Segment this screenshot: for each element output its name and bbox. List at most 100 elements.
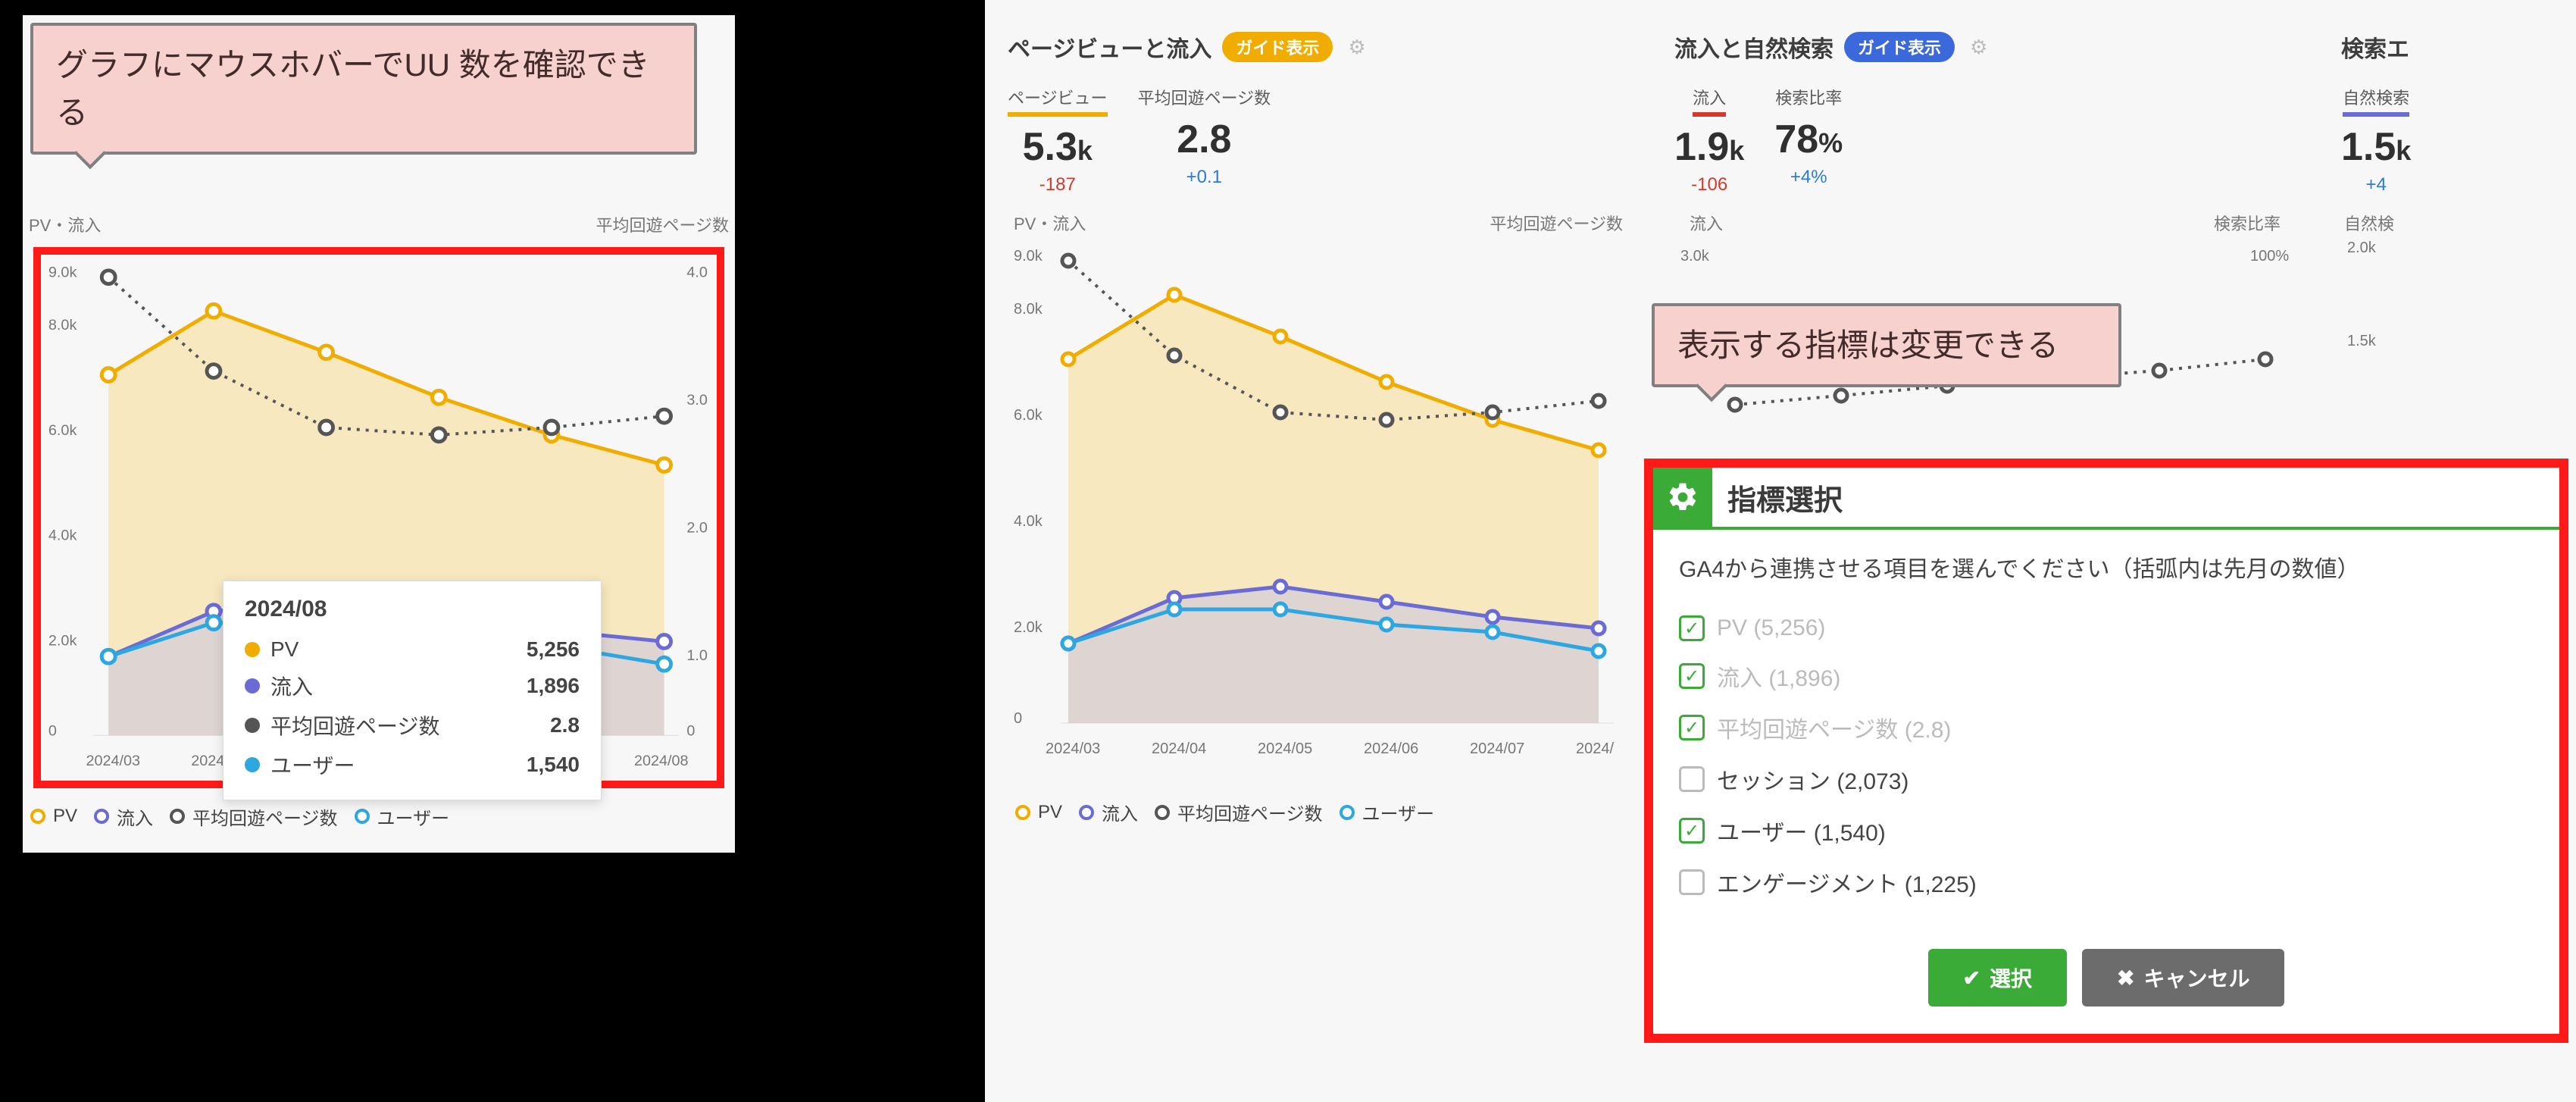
check-label: エンゲージメント (1,225) xyxy=(1717,866,1977,899)
metric-pageview[interactable]: ページビュー 5.3k -187 xyxy=(1008,85,1108,200)
chart-pv-inflow[interactable]: 9.0k 8.0k 6.0k 4.0k 2.0k 0 xyxy=(1008,238,1629,784)
circle-icon xyxy=(1079,805,1094,820)
legend-user[interactable]: ユーザー xyxy=(355,803,450,830)
check-option-engagement[interactable]: エンゲージメント (1,225) xyxy=(1679,856,2534,908)
button-label: 選択 xyxy=(1990,963,2032,993)
svg-text:9.0k: 9.0k xyxy=(48,265,77,281)
tooltip-value: 1,540 xyxy=(527,753,580,777)
metrics-select-modal: 指標選択 GA4から連携させる項目を選んでください（括弧内は先月の数値） ✓ P… xyxy=(1644,459,2568,1043)
svg-text:2024/: 2024/ xyxy=(1576,740,1614,757)
card-title: ページビューと流入 xyxy=(1008,30,1211,64)
bullet-icon xyxy=(245,757,260,772)
right-panel: ページビューと流入 ガイド表示 ⚙ ページビュー 5.3k -187 平均回遊ペ… xyxy=(985,0,2576,1102)
svg-text:2.0k: 2.0k xyxy=(1014,619,1043,636)
tooltip-row-inflow: 流入 1,896 xyxy=(245,666,580,706)
tooltip-value: 5,256 xyxy=(527,637,580,662)
guide-badge[interactable]: ガイド表示 xyxy=(1222,32,1333,62)
tooltip-label: 平均回遊ページ数 xyxy=(270,710,439,740)
svg-text:0: 0 xyxy=(48,722,57,739)
cancel-button[interactable]: ✖ キャンセル xyxy=(2082,949,2284,1007)
legend-inflow[interactable]: 流入 xyxy=(1079,799,1138,825)
gear-icon xyxy=(1653,468,1712,527)
check-option-pv[interactable]: ✓ PV (5,256) xyxy=(1679,606,2534,650)
checkbox-icon: ✓ xyxy=(1679,663,1705,689)
modal-title: 指標選択 xyxy=(1727,477,1843,518)
legend-pv[interactable]: PV xyxy=(30,803,77,830)
metric-inflow[interactable]: 流入 1.9k -106 xyxy=(1674,85,1744,200)
tooltip-label: ユーザー xyxy=(270,750,355,780)
metric-delta: +4% xyxy=(1774,167,1843,188)
svg-text:3.0k: 3.0k xyxy=(1680,248,1710,265)
gear-icon[interactable]: ⚙ xyxy=(1348,36,1365,59)
gear-icon[interactable]: ⚙ xyxy=(1970,36,1987,59)
check-label: 流入 (1,896) xyxy=(1717,659,1840,693)
svg-text:0: 0 xyxy=(1014,710,1022,727)
callout-text: グラフにマウスホバーでUU 数を確認できる xyxy=(56,47,650,130)
guide-badge[interactable]: ガイド表示 xyxy=(1844,32,1955,62)
metric-avg-pages[interactable]: 平均回遊ページ数 2.8 +0.1 xyxy=(1138,85,1271,200)
metric-organic[interactable]: 自然検索 1.5k +4 xyxy=(2341,85,2411,200)
button-label: キャンセル xyxy=(2143,963,2249,993)
check-label: セッション (2,073) xyxy=(1717,762,1909,796)
bullet-icon xyxy=(245,718,260,733)
svg-text:8.0k: 8.0k xyxy=(1014,301,1043,318)
card-title: 流入と自然検索 xyxy=(1674,30,1834,64)
axis-label-left: 自然検 xyxy=(2344,211,2394,235)
card-title: 検索エ xyxy=(2341,30,2409,64)
callout-text: 表示する指標は変更できる xyxy=(1677,327,2059,363)
svg-text:2024/05: 2024/05 xyxy=(1258,740,1312,757)
bullet-icon xyxy=(245,678,260,693)
svg-text:100%: 100% xyxy=(2250,248,2289,265)
metric-value: 1.9 xyxy=(1674,125,1729,169)
check-option-avg[interactable]: ✓ 平均回遊ページ数 (2.8) xyxy=(1679,702,2534,753)
tooltip-row-pv: PV 5,256 xyxy=(245,633,580,666)
metric-unit: k xyxy=(1729,135,1744,166)
svg-text:2024/03: 2024/03 xyxy=(1046,740,1100,757)
axis-label-left: PV・流入 xyxy=(1014,211,1086,235)
check-label: ユーザー (1,540) xyxy=(1717,814,1886,847)
metric-unit: % xyxy=(1818,127,1843,158)
metric-delta: -187 xyxy=(1008,174,1108,196)
metric-label: ページビュー xyxy=(1008,85,1108,117)
check-option-session[interactable]: セッション (2,073) xyxy=(1679,753,2534,805)
legend-label: PV xyxy=(53,806,77,827)
legend-avg[interactable]: 平均回遊ページ数 xyxy=(170,803,338,830)
legend-pv[interactable]: PV xyxy=(1015,799,1062,825)
svg-text:6.0k: 6.0k xyxy=(48,422,77,439)
left-panel: グラフにマウスホバーでUU 数を確認できる PV・流入 平均回遊ページ数 9.0… xyxy=(23,15,735,853)
metric-search-ratio[interactable]: 検索比率 78% +4% xyxy=(1774,85,1843,200)
legend-label: 流入 xyxy=(1102,799,1138,825)
svg-text:2.0: 2.0 xyxy=(686,520,708,537)
tooltip-date: 2024/08 xyxy=(245,596,580,622)
tooltip-label: PV xyxy=(270,637,299,662)
check-option-inflow[interactable]: ✓ 流入 (1,896) xyxy=(1679,650,2534,702)
axis-label-right: 平均回遊ページ数 xyxy=(1490,211,1623,235)
check-label: 平均回遊ページ数 (2.8) xyxy=(1717,711,1951,744)
svg-text:3.0: 3.0 xyxy=(686,392,708,409)
checkbox-icon xyxy=(1679,869,1705,895)
check-option-user[interactable]: ✓ ユーザー (1,540) xyxy=(1679,805,2534,856)
svg-text:9.0k: 9.0k xyxy=(1014,248,1043,265)
circle-icon xyxy=(355,809,370,824)
svg-text:0: 0 xyxy=(686,722,695,739)
legend-inflow[interactable]: 流入 xyxy=(94,803,153,830)
check-label: PV (5,256) xyxy=(1717,615,1825,641)
tooltip-label: 流入 xyxy=(270,671,313,701)
svg-text:2024/07: 2024/07 xyxy=(1470,740,1524,757)
chart-axis-head: PV・流入 平均回遊ページ数 xyxy=(23,212,735,239)
select-button[interactable]: ✔ 選択 xyxy=(1928,949,2067,1007)
svg-text:2.0k: 2.0k xyxy=(48,632,77,649)
metric-value: 2.8 xyxy=(1138,117,1271,162)
metric-delta: +4 xyxy=(2341,174,2411,196)
tooltip-value: 1,896 xyxy=(527,674,580,698)
legend-label: 平均回遊ページ数 xyxy=(1177,799,1323,825)
metric-label: 検索比率 xyxy=(1774,85,1843,109)
metric-value: 78 xyxy=(1774,117,1818,161)
callout-hover-tooltip: グラフにマウスホバーでUU 数を確認できる xyxy=(30,23,697,155)
checkbox-icon xyxy=(1679,766,1705,792)
metric-value: 5.3 xyxy=(1023,125,1077,169)
legend-avg[interactable]: 平均回遊ページ数 xyxy=(1155,799,1323,825)
circle-icon xyxy=(1015,805,1030,820)
legend-user[interactable]: ユーザー xyxy=(1340,799,1435,825)
metric-delta: +0.1 xyxy=(1138,167,1271,188)
